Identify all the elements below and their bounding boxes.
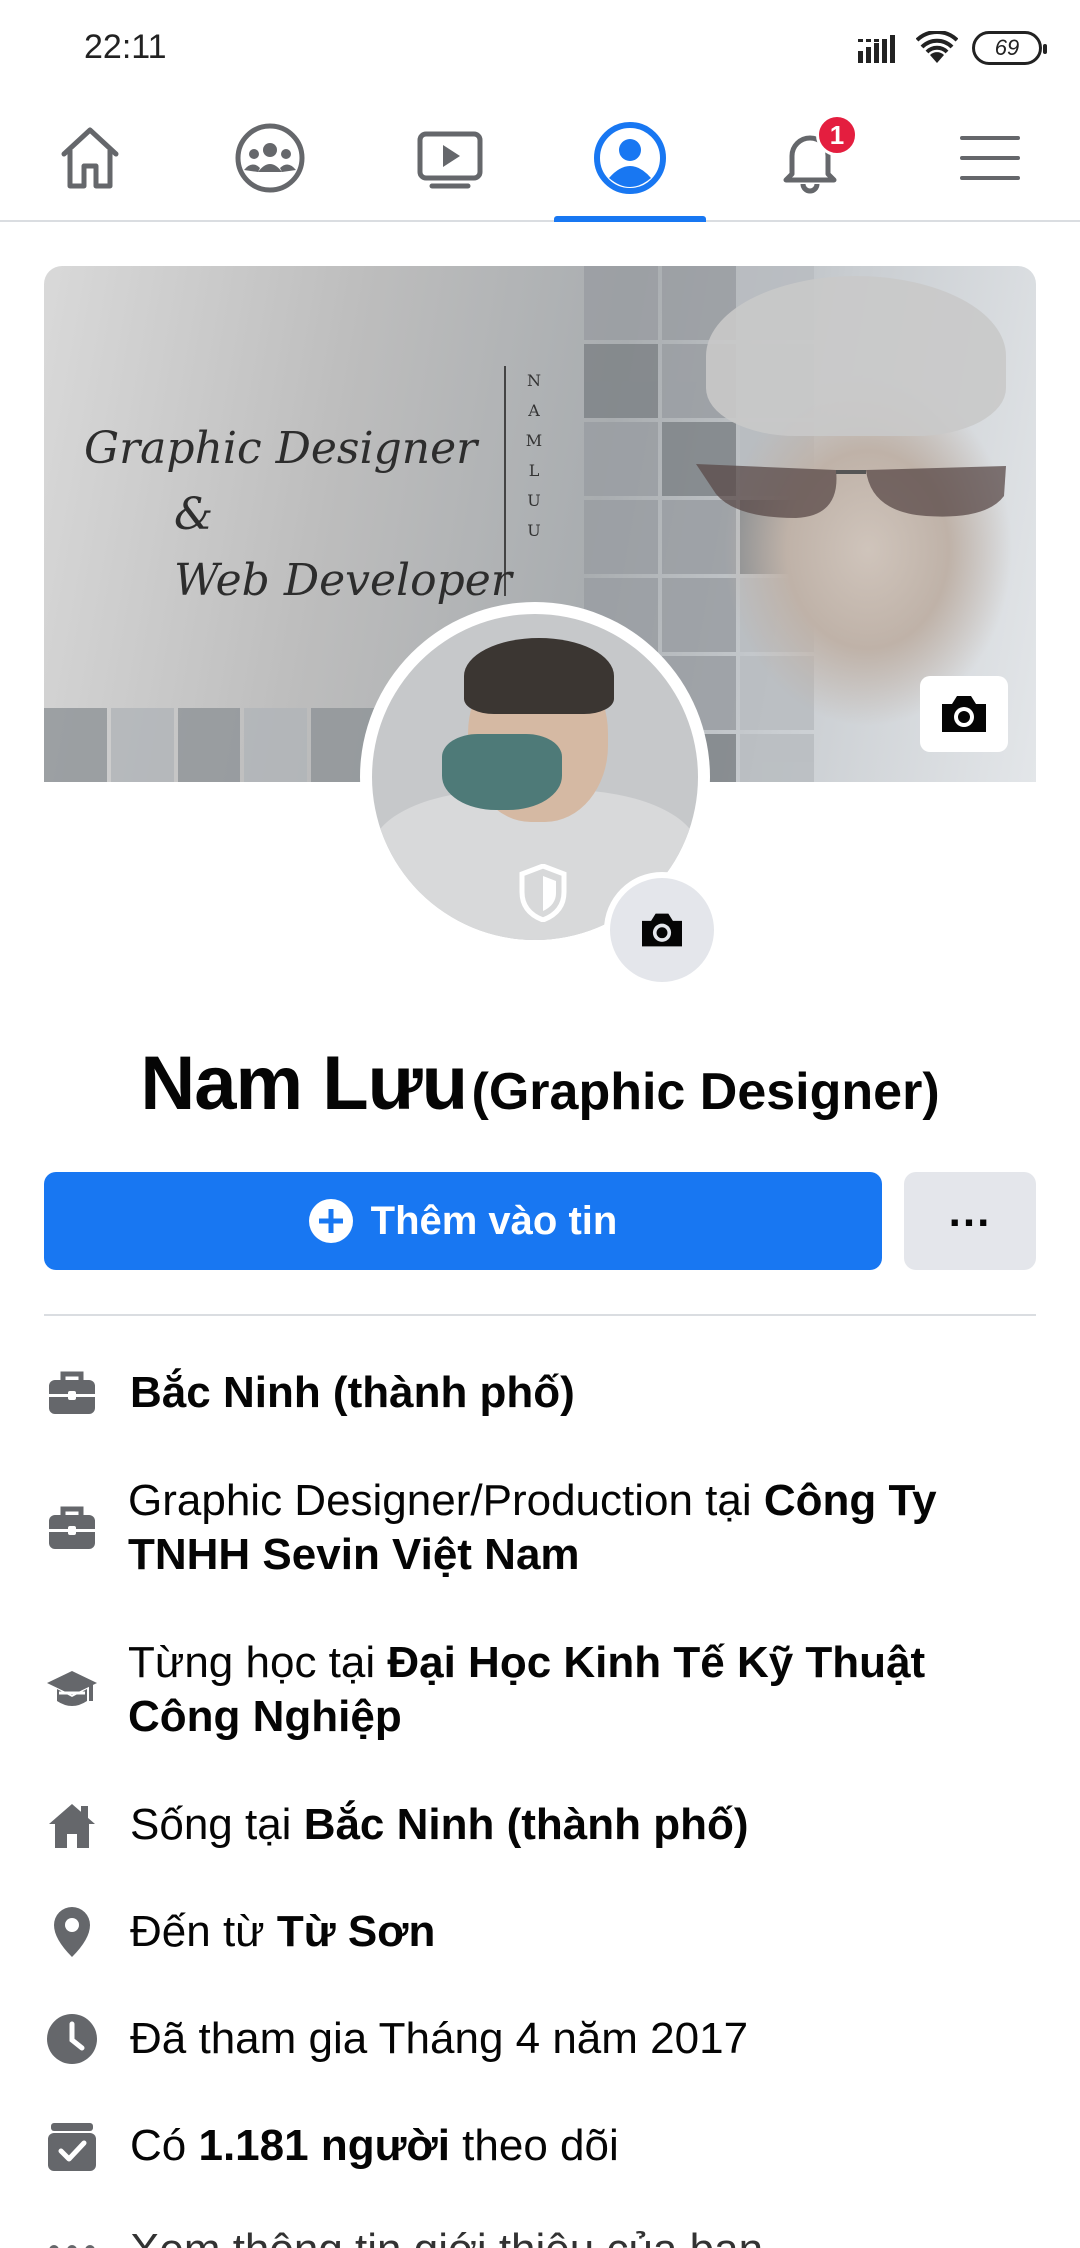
section-divider xyxy=(44,1314,1036,1316)
info-row-workplace-city: Bắc Ninh (thành phố) xyxy=(44,1365,1036,1421)
cover-title-line1: Graphic Designer xyxy=(84,423,478,474)
profile-alternate-name: (Graphic Designer) xyxy=(471,1063,940,1121)
info-followers-count[interactable]: 1.181 người xyxy=(198,2121,449,2170)
groups-icon xyxy=(235,123,305,193)
followers-check-icon xyxy=(48,2123,96,2171)
briefcase-icon xyxy=(49,1506,95,1549)
nav-watch-tab[interactable] xyxy=(360,96,540,220)
info-row-education: Từng học tại Đại Học Kinh Tế Kỹ Thuật Cô… xyxy=(44,1636,1036,1744)
video-icon xyxy=(417,131,483,189)
info-row-hometown: Đến từ Từ Sơn xyxy=(44,1904,1036,1960)
info-education-prefix: Từng học tại xyxy=(128,1638,388,1687)
more-dots-icon xyxy=(49,2245,95,2248)
nav-home-tab[interactable] xyxy=(0,96,180,220)
cover-title: Graphic Designer & Web Developer xyxy=(84,416,512,614)
notification-badge: 1 xyxy=(816,114,858,156)
info-row-followers: Có 1.181 người theo dõi xyxy=(44,2118,1036,2174)
edit-cover-photo-button[interactable] xyxy=(920,676,1008,752)
status-time: 22:11 xyxy=(84,28,167,66)
status-icons: 69 xyxy=(858,28,1047,68)
cover-title-line2: Web Developer xyxy=(174,555,512,606)
graduation-cap-icon xyxy=(47,1671,97,1706)
profile-name: Nam Lưu (Graphic Designer) xyxy=(0,1040,1080,1127)
edit-profile-picture-button[interactable] xyxy=(604,872,720,988)
info-lives-city[interactable]: Bắc Ninh (thành phố) xyxy=(304,1800,749,1849)
top-nav-bar: 1 xyxy=(0,96,1080,222)
home-icon xyxy=(61,127,119,189)
add-to-story-label: Thêm vào tin xyxy=(370,1198,618,1243)
profile-icon xyxy=(594,122,666,194)
battery-icon: 69 xyxy=(972,31,1047,65)
info-row-lives-in: Sống tại Bắc Ninh (thành phố) xyxy=(44,1797,1036,1853)
info-followers-suffix: theo dõi xyxy=(449,2121,619,2170)
wifi-icon xyxy=(916,31,958,63)
info-see-about-text[interactable]: Xem thông tin giới thiệu của bạn xyxy=(130,2223,763,2248)
info-job-prefix: Graphic Designer/Production tại xyxy=(128,1476,764,1525)
nav-menu-tab[interactable] xyxy=(900,96,1080,220)
profile-name-main: Nam Lưu xyxy=(140,1041,468,1126)
signal-icon xyxy=(858,35,895,63)
briefcase-icon xyxy=(49,1371,95,1414)
profile-guard-shield-icon xyxy=(519,864,567,922)
info-row-joined: Đã tham gia Tháng 4 năm 2017 xyxy=(44,2011,1036,2067)
info-lives-prefix: Sống tại xyxy=(130,1800,304,1849)
house-icon xyxy=(49,1804,95,1848)
clock-icon xyxy=(47,2014,97,2064)
nav-groups-tab[interactable] xyxy=(180,96,360,220)
info-row-job: Graphic Designer/Production tại Công Ty … xyxy=(44,1474,1036,1582)
nav-notifications-tab[interactable]: 1 xyxy=(720,96,900,220)
hamburger-menu-icon xyxy=(960,136,1020,180)
info-row-see-about[interactable]: Xem thông tin giới thiệu của bạn xyxy=(44,2222,1036,2248)
camera-icon xyxy=(642,913,682,947)
battery-level: 69 xyxy=(994,35,1020,60)
cover-vertical-text: NAMLUU xyxy=(525,371,543,540)
info-hometown-place[interactable]: Từ Sơn xyxy=(277,1907,435,1956)
add-to-story-button[interactable]: Thêm vào tin xyxy=(44,1172,882,1270)
status-bar: 22:11 69 xyxy=(0,0,1080,96)
cover-sunglasses xyxy=(696,464,1006,518)
info-city-text: Bắc Ninh (thành phố) xyxy=(130,1368,575,1417)
cover-photo-strip xyxy=(44,708,374,782)
cover-title-amp: & xyxy=(174,489,214,540)
info-joined-text: Đã tham gia Tháng 4 năm 2017 xyxy=(130,2014,749,2063)
info-hometown-prefix: Đến từ xyxy=(130,1907,277,1956)
info-followers-prefix: Có xyxy=(130,2121,199,2170)
camera-icon xyxy=(942,696,986,732)
more-options-button[interactable]: ... xyxy=(904,1172,1036,1270)
nav-profile-tab[interactable] xyxy=(540,96,720,222)
cover-portrait-hair xyxy=(706,276,1006,436)
location-pin-icon xyxy=(54,1907,90,1957)
plus-circle-icon xyxy=(308,1199,353,1243)
